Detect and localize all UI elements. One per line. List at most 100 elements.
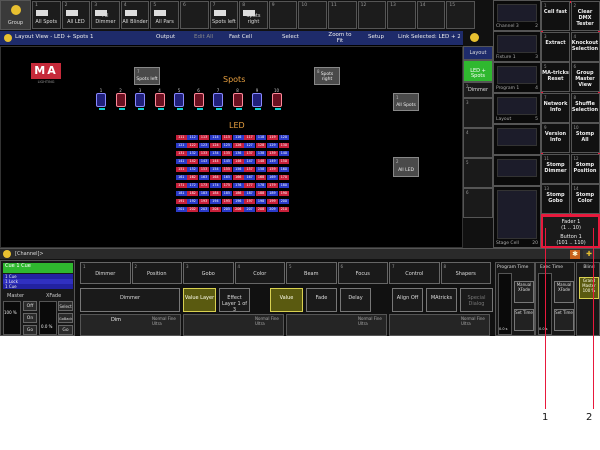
preset-button-12[interactable]: 12 — [357, 1, 387, 29]
led-fixture[interactable]: 188 — [255, 191, 267, 196]
led-fixture[interactable]: 116 — [233, 135, 244, 140]
led-fixture[interactable]: 132 — [187, 151, 198, 156]
led-fixture[interactable]: 173 — [198, 183, 210, 188]
led-fixture[interactable]: 147 — [244, 159, 255, 164]
master-fader[interactable]: 100 % — [3, 301, 21, 335]
led-fixture[interactable]: 124 — [210, 143, 221, 148]
preset-button-4[interactable]: 4 All Blinder — [120, 1, 150, 29]
led-fixture[interactable]: 194 — [210, 199, 221, 204]
select-button[interactable]: Select — [282, 34, 299, 40]
preset-button-6[interactable]: 6 — [180, 1, 209, 29]
grand-master-fader[interactable]: Grand Master 100 % — [579, 277, 599, 299]
preset-button-9[interactable]: 9 — [268, 1, 298, 29]
cue-list-item[interactable]: 1 Cue — [3, 284, 73, 289]
macro-stomp-dimmer[interactable]: 11 Stomp Dimmer — [541, 153, 570, 184]
led-fixture[interactable]: 112 — [187, 135, 198, 140]
macro-cell-fast[interactable]: 1 Cell fast — [541, 1, 570, 31]
led-fixture[interactable]: 133 — [198, 151, 210, 156]
spots-right-preset[interactable]: 8 Spots right — [314, 67, 340, 85]
view-thumbnail[interactable]: Channel 3 2 — [493, 0, 541, 31]
spot-fixture[interactable]: 10 — [271, 88, 282, 110]
function-button-value[interactable]: Value — [270, 288, 303, 312]
led-fixture[interactable]: 171 — [176, 183, 187, 188]
led-fixture[interactable]: 187 — [244, 191, 255, 196]
attribute-tab-gobo[interactable]: 3 Gobo — [183, 262, 234, 284]
macro-stomp-color[interactable]: 14 Stomp Color — [570, 184, 600, 214]
macro-stomp-position[interactable]: 12 Stomp Position — [570, 153, 600, 184]
led-fixture[interactable]: 127 — [244, 143, 255, 148]
led-fixture[interactable]: 128 — [255, 143, 267, 148]
led-fixture[interactable]: 205 — [221, 207, 233, 212]
edit-all-button[interactable]: Edit All — [194, 34, 213, 40]
function-button-value-layer[interactable]: Value Layer — [183, 288, 216, 312]
led-fixture[interactable]: 196 — [233, 199, 244, 204]
attribute-tab-focus[interactable]: 6 Focus — [337, 262, 388, 284]
macro-stomp-all[interactable]: 10 Stomp All — [570, 123, 600, 153]
led-fixture[interactable]: 111 — [176, 135, 187, 140]
view-button-empty[interactable]: 4 — [463, 128, 493, 158]
cue-active[interactable]: Cue 1 Cue — [3, 263, 73, 273]
led-fixture[interactable]: 201 — [176, 207, 187, 212]
led-fixture[interactable]: 170 — [278, 175, 290, 180]
macro-extract[interactable]: 3 Extract — [541, 31, 570, 62]
led-fixture[interactable]: 195 — [221, 199, 233, 204]
preset-button-14[interactable]: 14 — [416, 1, 446, 29]
led-fixture[interactable]: 141 — [176, 159, 187, 164]
led-fixture[interactable]: 184 — [210, 191, 221, 196]
led-fixture[interactable]: 163 — [198, 175, 210, 180]
led-fixture[interactable]: 159 — [267, 167, 278, 172]
spot-fixture[interactable]: 5 — [174, 88, 184, 110]
spot-fixture[interactable]: 6 — [193, 88, 204, 110]
led-fixture[interactable]: 175 — [221, 183, 233, 188]
attribute-tab-shapers[interactable]: 8 Shapers — [440, 262, 491, 284]
led-fixture[interactable]: 199 — [267, 199, 278, 204]
attribute-tab-control[interactable]: 7 Control — [389, 262, 440, 284]
encoder-4[interactable]: Normal Fine Ultra — [389, 314, 490, 336]
led-fixture[interactable]: 174 — [210, 183, 221, 188]
macro-ma-tricks-reset[interactable]: 5 MA-tricks Reset — [541, 62, 570, 92]
led-fixture[interactable]: 183 — [198, 191, 210, 196]
setup-button[interactable]: Setup — [368, 34, 384, 40]
spot-fixture[interactable]: 2 — [115, 88, 126, 110]
preset-button-8[interactable]: 8 Spots right — [239, 1, 268, 29]
led-fixture[interactable]: 146 — [233, 159, 244, 164]
led-fixture[interactable]: 137 — [244, 151, 255, 156]
macro-group-master-view[interactable]: 6 Group Master View — [570, 62, 600, 92]
attribute-tab-dimmer[interactable]: 1 Dimmer — [80, 262, 131, 284]
macro-stomp-gobo[interactable]: 13 Stomp Gobo — [541, 184, 570, 214]
preset-button-11[interactable]: 11 — [328, 1, 357, 29]
encoder-3[interactable]: Normal Fine Ultra — [286, 314, 387, 336]
led-fixture[interactable]: 157 — [244, 167, 255, 172]
led-fixture[interactable]: 206 — [233, 207, 244, 212]
attribute-tab-beam[interactable]: 5 Beam — [286, 262, 337, 284]
spot-fixture[interactable]: 9 — [252, 88, 262, 110]
led-fixture[interactable]: 192 — [187, 199, 198, 204]
led-fixture[interactable]: 203 — [198, 207, 210, 212]
led-fixture[interactable]: 164 — [210, 175, 221, 180]
exec-manual-xfade-button[interactable]: Manual XFade — [554, 281, 574, 303]
led-fixture[interactable]: 161 — [176, 175, 187, 180]
view-thumbnail[interactable]: Layout 5 — [493, 93, 541, 124]
led-fixture[interactable]: 144 — [210, 159, 221, 164]
led-fixture[interactable]: 198 — [255, 199, 267, 204]
preset-button-7[interactable]: 7 Spots left — [209, 1, 239, 29]
macro-clear-dmx-tester[interactable]: 2 Clear DMX Tester — [570, 1, 600, 31]
led-fixture[interactable]: 140 — [278, 151, 290, 156]
led-fixture[interactable]: 113 — [198, 135, 210, 140]
led-fixture[interactable]: 115 — [221, 135, 233, 140]
led-fixture[interactable]: 207 — [244, 207, 255, 212]
exec-set-time-button[interactable]: Set Time — [554, 309, 574, 331]
off-button[interactable]: Off — [23, 301, 37, 311]
led-fixture[interactable]: 154 — [210, 167, 221, 172]
led-fixture[interactable]: 135 — [221, 151, 233, 156]
view-button-dimmer[interactable]: 2 Dimmer — [463, 82, 493, 98]
view-button-layout[interactable]: Layout — [463, 46, 493, 60]
led-fixture[interactable]: 182 — [187, 191, 198, 196]
led-fixture[interactable]: 168 — [255, 175, 267, 180]
preset-button-2[interactable]: 2 All LED — [61, 1, 91, 29]
all-spots-preset[interactable]: 1 All Spots — [393, 93, 419, 111]
led-fixture[interactable]: 151 — [176, 167, 187, 172]
led-fixture[interactable]: 210 — [278, 207, 290, 212]
blind-button[interactable]: Blind — [579, 265, 599, 270]
led-fixture[interactable]: 126 — [233, 143, 244, 148]
